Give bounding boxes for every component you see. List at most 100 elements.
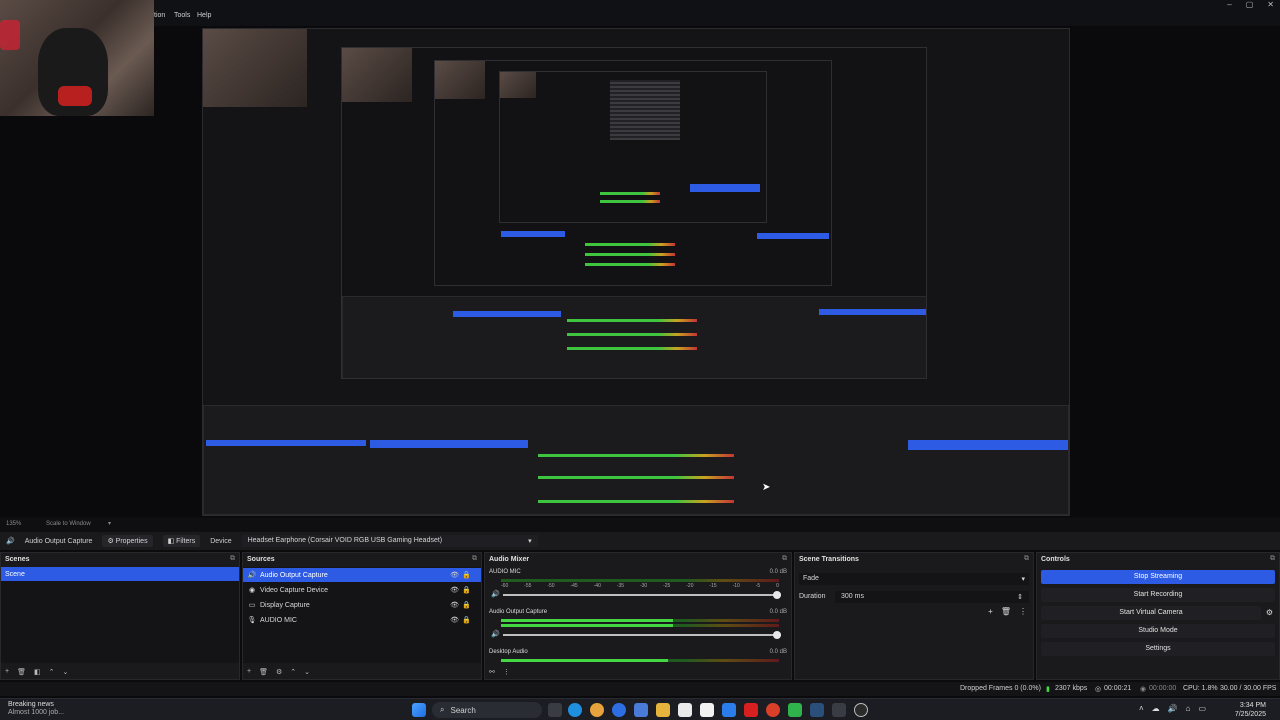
speaker-icon[interactable]: 🔊 [491,590,500,598]
scale-mode[interactable]: Scale to Window [46,521,91,527]
more-icon[interactable]: ⋮ [503,668,510,676]
dropped-frames: Dropped Frames 0 (0.0%) [960,685,1041,692]
steam-icon[interactable] [810,703,824,717]
stepper-icon[interactable]: ⇕ [1017,593,1023,601]
source-item[interactable]: ▭ Display Capture 👁 🔒 [243,598,481,612]
menu-bar: tion Tools Help – ▢ ✕ [0,0,1280,26]
zoom-level[interactable]: 135% [6,521,21,527]
vscode-icon[interactable] [722,703,736,717]
volume-fader[interactable] [503,591,781,599]
menu-item-edition[interactable]: tion [154,12,165,19]
mixer-footer: ⚯ ⋮ [489,668,510,676]
xbox-icon[interactable] [788,703,802,717]
volume-icon[interactable]: 🔊 [1168,704,1178,713]
dock-menu-icon[interactable]: ⧉ [1024,555,1029,563]
notepad-icon[interactable] [678,703,692,717]
gear-icon[interactable]: ⚙ [276,668,282,676]
dock-menu-icon[interactable]: ⧉ [1270,555,1275,563]
app-icon[interactable] [634,703,648,717]
app-icon[interactable] [832,703,846,717]
lock-icon[interactable]: 🔒 [462,586,471,594]
link-icon[interactable]: ⚯ [489,668,495,676]
youtube-icon[interactable] [744,703,758,717]
source-item[interactable]: ◉ Video Capture Device 👁 🔒 [243,583,481,597]
add-icon[interactable]: + [247,668,251,676]
tick-label: -35 [616,583,625,589]
move-down-icon[interactable]: ⌄ [304,668,310,676]
file-explorer-icon[interactable] [656,703,670,717]
volume-meter [501,579,779,582]
more-icon[interactable]: ⋮ [1019,607,1027,616]
volume-fader[interactable] [503,631,781,639]
chevron-down-icon[interactable]: ▾ [108,520,111,527]
filter-icon[interactable]: ◧ [34,668,41,676]
fader-knob[interactable] [773,631,781,639]
cloud-icon[interactable]: ☁ [1152,704,1160,713]
windows-start-icon[interactable] [412,703,426,717]
visibility-icon[interactable]: 👁 [450,601,459,609]
record-time: 00:00:00 [1149,685,1177,692]
edge-icon[interactable] [568,703,582,717]
source-item[interactable]: 🎙 AUDIO MIC 👁 🔒 [243,613,481,627]
battery-icon[interactable]: ▭ [1198,704,1206,713]
device-select[interactable]: Headset Earphone (Corsair VOID RGB USB G… [241,535,538,547]
trash-icon[interactable]: 🗑 [259,668,268,676]
scene-item[interactable]: Scene [1,567,239,581]
dock-menu-icon[interactable]: ⧉ [782,555,787,563]
properties-button[interactable]: ⚙ Properties [102,535,153,547]
start-virtual-camera-button[interactable]: Start Virtual Camera [1041,606,1261,620]
menu-item-help[interactable]: Help [197,12,211,19]
obs-icon[interactable] [854,703,868,717]
start-recording-button[interactable]: Start Recording [1041,588,1275,602]
chevron-up-icon[interactable]: ˄ [1139,704,1144,713]
dock-menu-icon[interactable]: ⧉ [472,555,477,563]
move-down-icon[interactable]: ⌄ [62,668,68,676]
lock-icon[interactable]: 🔒 [462,571,471,579]
source-item[interactable]: 🔊 Audio Output Capture 👁 🔒 [243,568,481,582]
network-icon[interactable]: ⌂ [1186,704,1191,713]
trash-icon[interactable]: 🗑 [17,668,26,676]
stop-streaming-button[interactable]: Stop Streaming [1041,570,1275,584]
tick-label: -45 [570,583,578,589]
lock-icon[interactable]: 🔒 [462,616,471,624]
news-widget[interactable]: Breaking news Almost 1000 job... [8,701,64,717]
task-view-icon[interactable] [548,703,562,717]
close-icon[interactable]: ✕ [1267,0,1274,12]
tick-label: -60 [501,583,509,589]
tick-label: -20 [686,583,694,589]
trash-icon[interactable]: 🗑 [1001,607,1011,616]
menu-item-tools[interactable]: Tools [174,12,190,19]
gear-icon[interactable]: ⚙ [1266,608,1273,617]
dock-menu-icon[interactable]: ⧉ [230,555,235,563]
lock-icon[interactable]: 🔒 [462,601,471,609]
transition-select[interactable]: Fade ▾ [799,573,1029,585]
nested-stop-streaming [908,440,1068,450]
studio-mode-button[interactable]: Studio Mode [1041,624,1275,638]
fader-knob[interactable] [773,591,781,599]
channel-name: AUDIO MIC [489,569,521,575]
speaker-icon[interactable]: 🔊 [491,630,500,638]
chrome-canary-icon[interactable] [590,703,604,717]
duration-input[interactable]: 300 ms ⇕ [835,591,1029,603]
filters-button[interactable]: ◧ Filters [162,535,201,547]
visibility-icon[interactable]: 👁 [450,586,459,594]
move-up-icon[interactable]: ⌃ [49,668,55,676]
add-icon[interactable]: + [988,607,993,616]
settings-button[interactable]: Settings [1041,642,1275,656]
move-up-icon[interactable]: ⌃ [290,668,296,676]
chrome-icon[interactable] [766,703,780,717]
maximize-icon[interactable]: ▢ [1246,0,1254,12]
messenger-icon[interactable] [612,703,626,717]
add-icon[interactable]: + [5,668,9,676]
visibility-icon[interactable]: 👁 [450,616,459,624]
fps: 30.00 / 30.00 FPS [1220,685,1277,692]
stream-icon: ◎ [1095,686,1102,693]
document-icon[interactable] [700,703,714,717]
taskbar-search[interactable]: ⌕ Search [432,702,542,718]
minimize-icon[interactable]: – [1227,0,1231,12]
properties-label: Properties [115,538,148,545]
clock[interactable]: 3:34 PM 7/25/2025 [1235,701,1266,719]
camera-icon: ◉ [248,587,256,594]
visibility-icon[interactable]: 👁 [450,571,459,579]
speaker-icon: 🔊 [247,572,257,579]
